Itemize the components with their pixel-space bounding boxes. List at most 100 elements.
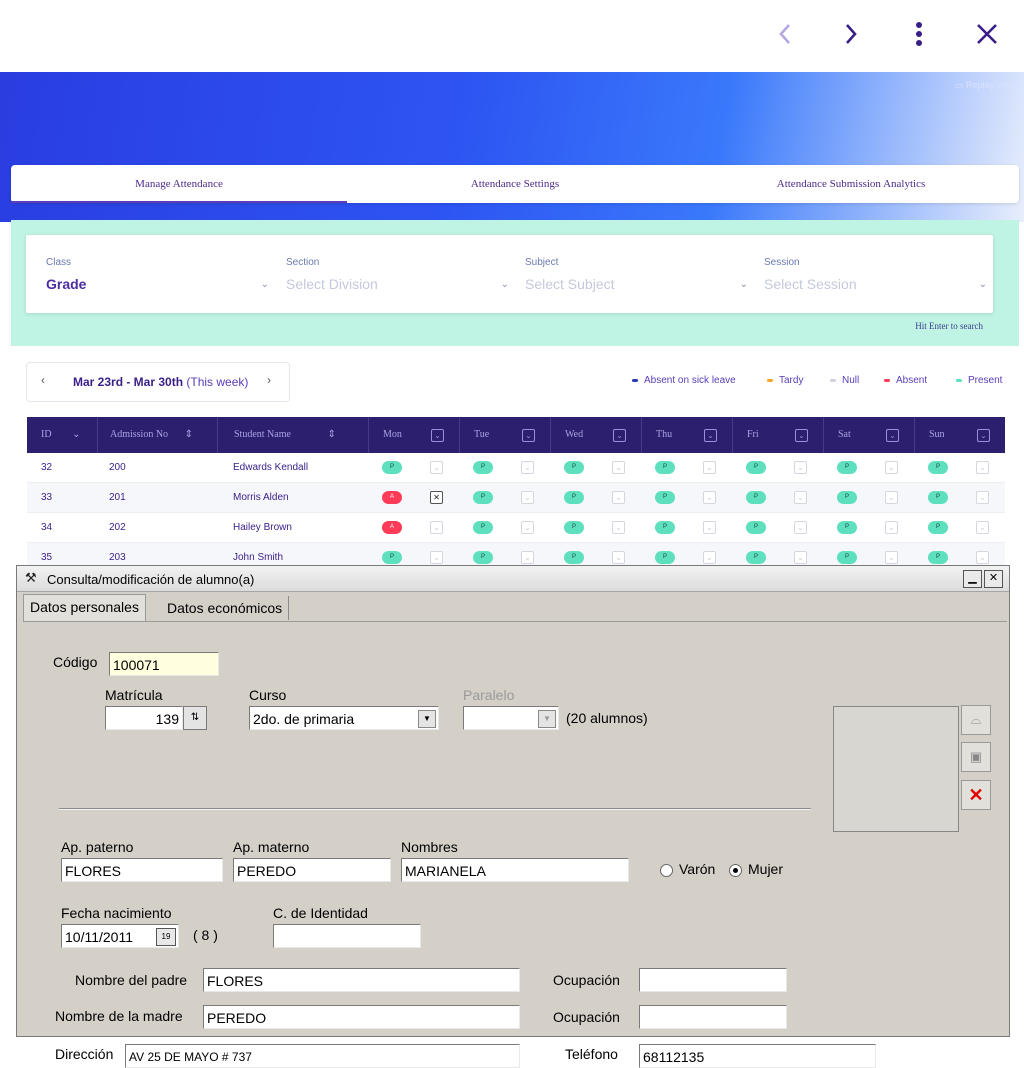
ap-materno-field[interactable]: PEREDO — [233, 858, 391, 882]
attendance-checkbox[interactable]: ⌄ — [430, 521, 443, 534]
attendance-status-pill[interactable]: P — [473, 461, 493, 474]
select-all-checkbox[interactable]: ⌄ — [522, 429, 535, 442]
close-button[interactable] — [967, 14, 1007, 54]
tab-datos-economicos[interactable]: Datos económicos — [161, 596, 290, 620]
paralelo-select[interactable]: ▼ — [463, 706, 559, 730]
attendance-status-pill[interactable]: P — [928, 491, 948, 504]
select-all-checkbox[interactable]: ⌄ — [613, 429, 626, 442]
attendance-checkbox[interactable]: ⌄ — [521, 551, 534, 564]
attendance-checkbox[interactable]: ⌄ — [612, 461, 625, 474]
camera-photo-button[interactable]: ▣ — [961, 742, 991, 772]
attendance-status-pill[interactable]: P — [837, 461, 857, 474]
attendance-checkbox[interactable]: ⌄ — [703, 461, 716, 474]
attendance-status-pill[interactable]: P — [473, 521, 493, 534]
attendance-status-pill[interactable]: P — [837, 491, 857, 504]
attendance-status-pill[interactable]: P — [382, 551, 402, 564]
dialog-close-button[interactable]: ✕ — [984, 570, 1003, 588]
column-header-id[interactable]: ID ⌄ — [41, 417, 80, 453]
delete-photo-button[interactable]: ✕ — [961, 780, 991, 810]
class-select[interactable]: Class Grade ⌄ — [46, 235, 271, 313]
attendance-status-pill[interactable]: P — [928, 521, 948, 534]
attendance-status-pill[interactable]: P — [746, 551, 766, 564]
matricula-stepper[interactable]: ⇅ — [183, 706, 207, 730]
attendance-checkbox[interactable]: ⌄ — [794, 461, 807, 474]
attendance-checkbox[interactable]: ⌄ — [430, 461, 443, 474]
attendance-checkbox[interactable]: ⌄ — [976, 461, 989, 474]
attendance-status-pill[interactable]: P — [564, 461, 584, 474]
select-all-checkbox[interactable]: ⌄ — [431, 429, 444, 442]
attendance-checkbox[interactable]: ⌄ — [976, 491, 989, 504]
nombre-madre-field[interactable]: PEREDO — [203, 1005, 520, 1029]
attendance-checkbox[interactable]: ⌄ — [703, 521, 716, 534]
attendance-status-pill[interactable]: P — [837, 521, 857, 534]
select-all-checkbox[interactable]: ⌄ — [795, 429, 808, 442]
attendance-status-pill[interactable]: P — [928, 551, 948, 564]
ap-paterno-field[interactable]: FLORES — [61, 858, 223, 882]
minimize-button[interactable]: ▁ — [963, 570, 982, 588]
session-select[interactable]: Session Select Session ⌄ — [764, 235, 989, 313]
calendar-icon[interactable]: 19 — [156, 928, 176, 946]
attendance-status-pill[interactable]: P — [564, 521, 584, 534]
attendance-checkbox[interactable]: ⌄ — [885, 461, 898, 474]
ci-field[interactable] — [273, 924, 421, 948]
attendance-status-pill[interactable]: P — [837, 551, 857, 564]
attendance-status-pill[interactable]: P — [746, 521, 766, 534]
forward-button[interactable] — [831, 14, 871, 54]
column-header-student[interactable]: Student Name ⇕ — [217, 417, 336, 453]
attendance-status-pill[interactable]: P — [746, 491, 766, 504]
attendance-checkbox[interactable]: ⌄ — [794, 491, 807, 504]
select-all-checkbox[interactable]: ⌄ — [886, 429, 899, 442]
attendance-checkbox[interactable]: ⌄ — [430, 551, 443, 564]
attendance-status-pill[interactable]: P — [655, 521, 675, 534]
attendance-checkbox[interactable]: ⌄ — [885, 491, 898, 504]
attendance-status-pill[interactable]: P — [655, 551, 675, 564]
column-header-admission[interactable]: Admission No ⇕ — [97, 417, 193, 453]
attendance-status-pill[interactable]: P — [564, 551, 584, 564]
attendance-status-pill[interactable]: A — [382, 521, 402, 534]
tab-submission-analytics[interactable]: Attendance Submission Analytics — [683, 165, 1019, 203]
prev-week-button[interactable]: ‹ — [41, 373, 45, 387]
open-photo-button[interactable]: ⌓ — [961, 705, 991, 735]
section-select[interactable]: Section Select Division ⌄ — [286, 235, 511, 313]
attendance-checkbox[interactable]: ⌄ — [976, 551, 989, 564]
tab-attendance-settings[interactable]: Attendance Settings — [347, 165, 683, 203]
attendance-checkbox[interactable]: ⌄ — [794, 551, 807, 564]
select-all-checkbox[interactable]: ⌄ — [977, 429, 990, 442]
subject-select[interactable]: Subject Select Subject ⌄ — [525, 235, 750, 313]
attendance-checkbox[interactable]: ⌄ — [703, 491, 716, 504]
replay-video-link[interactable]: ▭ Replay video — [955, 80, 1018, 91]
attendance-checkbox[interactable]: ⌄ — [703, 551, 716, 564]
ocupacion-padre-field[interactable] — [639, 968, 787, 992]
codigo-field[interactable]: 100071 — [109, 652, 219, 676]
nombre-padre-field[interactable]: FLORES — [203, 968, 520, 992]
attendance-checkbox[interactable]: ⌄ — [794, 521, 807, 534]
attendance-status-pill[interactable]: A — [382, 491, 402, 504]
radio-varon[interactable] — [660, 864, 673, 877]
attendance-status-pill[interactable]: P — [564, 491, 584, 504]
attendance-status-pill[interactable]: P — [655, 491, 675, 504]
matricula-field[interactable]: 139 — [105, 706, 183, 730]
attendance-status-pill[interactable]: P — [655, 461, 675, 474]
next-week-button[interactable]: › — [267, 373, 271, 387]
more-button[interactable] — [899, 14, 939, 54]
select-all-checkbox[interactable]: ⌄ — [704, 429, 717, 442]
back-button[interactable] — [765, 14, 805, 54]
fecha-nacimiento-field[interactable]: 10/11/2011 19 — [61, 924, 179, 948]
radio-mujer[interactable] — [729, 864, 742, 877]
attendance-status-pill[interactable]: P — [473, 551, 493, 564]
attendance-checkbox[interactable]: ⌄ — [521, 461, 534, 474]
attendance-checkbox[interactable]: ⌄ — [612, 521, 625, 534]
attendance-checkbox[interactable]: ⌄ — [976, 521, 989, 534]
attendance-checkbox[interactable]: ⌄ — [521, 491, 534, 504]
attendance-checkbox[interactable]: ⌄ — [612, 551, 625, 564]
nombres-field[interactable]: MARIANELA — [401, 858, 629, 882]
attendance-checkbox[interactable]: ⌄ — [612, 491, 625, 504]
attendance-checkbox[interactable]: ⌄ — [885, 551, 898, 564]
tab-manage-attendance[interactable]: Manage Attendance — [11, 165, 347, 203]
curso-select[interactable]: 2do. de primaria ▼ — [249, 706, 439, 730]
attendance-checkbox[interactable]: ✕ — [430, 491, 443, 504]
attendance-status-pill[interactable]: P — [746, 461, 766, 474]
direccion-field[interactable]: AV 25 DE MAYO # 737 — [125, 1044, 520, 1068]
tab-datos-personales[interactable]: Datos personales — [23, 594, 146, 622]
attendance-checkbox[interactable]: ⌄ — [885, 521, 898, 534]
